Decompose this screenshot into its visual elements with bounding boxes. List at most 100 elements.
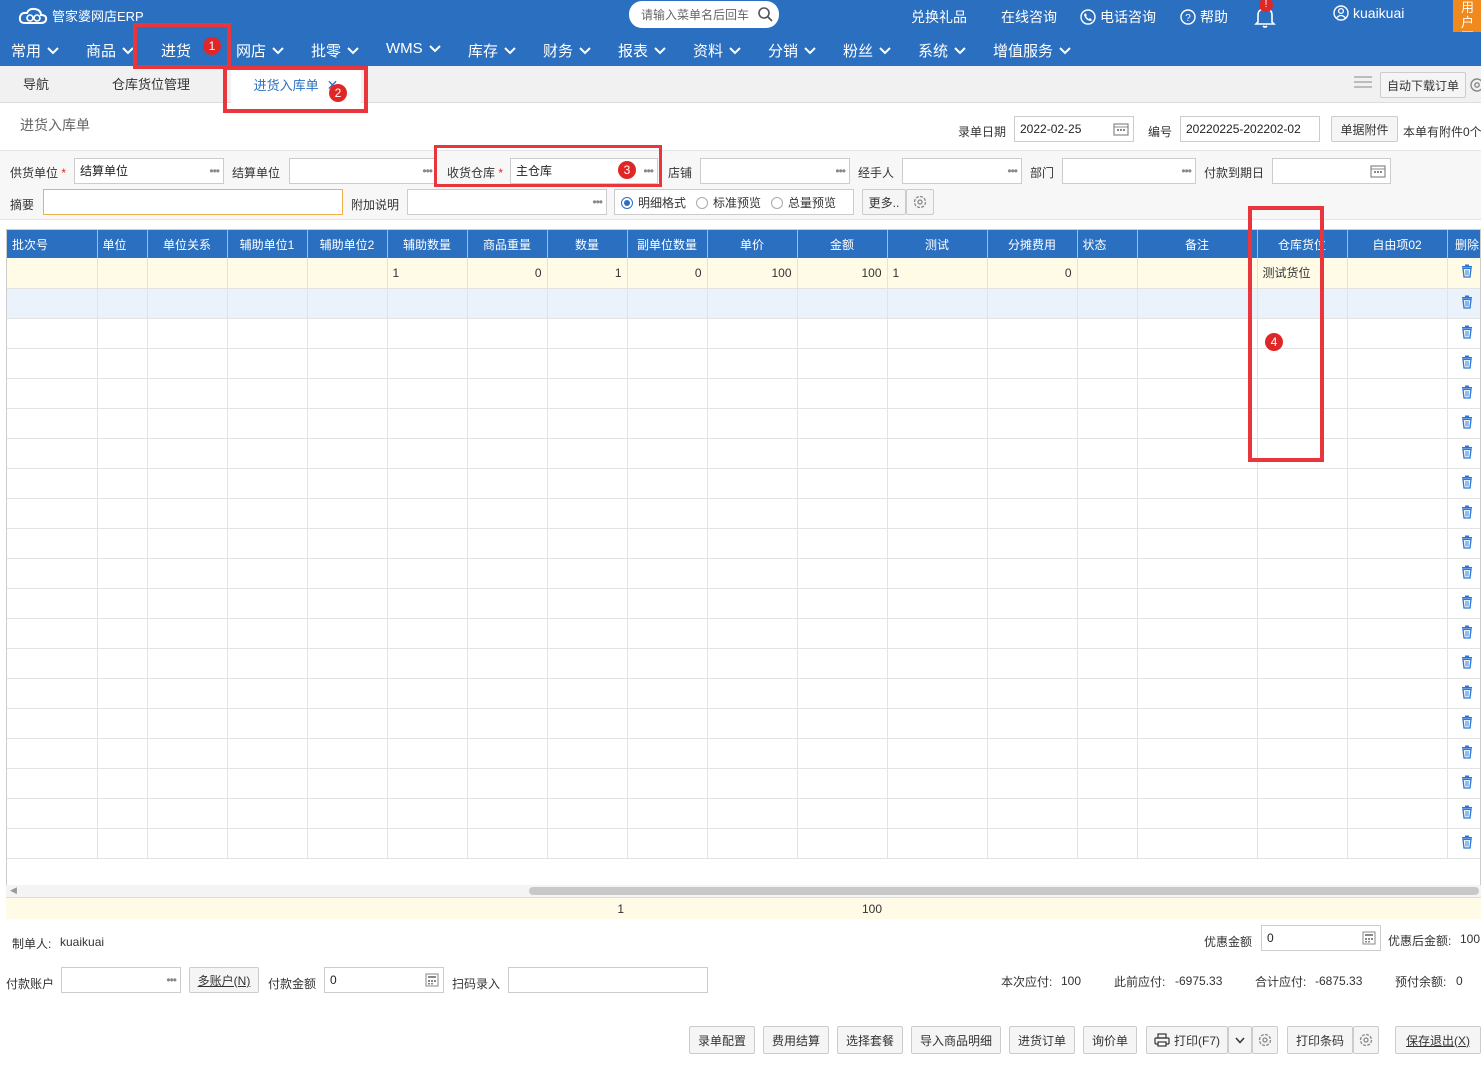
table-cell[interactable] bbox=[1347, 618, 1448, 649]
table-cell[interactable] bbox=[627, 738, 708, 769]
table-cell[interactable] bbox=[1077, 408, 1138, 439]
column-header[interactable]: 金额 bbox=[797, 230, 888, 258]
table-cell[interactable] bbox=[1137, 468, 1258, 499]
table-cell[interactable] bbox=[467, 708, 548, 739]
table-cell[interactable] bbox=[97, 468, 148, 499]
app-logo[interactable]: 管家婆网店ERP bbox=[18, 6, 144, 25]
table-cell[interactable] bbox=[627, 378, 708, 409]
table-cell[interactable] bbox=[227, 288, 308, 319]
table-cell[interactable] bbox=[387, 408, 468, 439]
table-cell[interactable] bbox=[707, 678, 798, 709]
table-cell[interactable] bbox=[547, 498, 628, 529]
table-cell[interactable] bbox=[1257, 828, 1348, 859]
table-cell[interactable] bbox=[97, 438, 148, 469]
scan-input[interactable] bbox=[508, 967, 708, 993]
table-cell[interactable] bbox=[147, 348, 228, 379]
import-product-details-button[interactable]: 导入商品明细 bbox=[911, 1026, 1001, 1054]
table-cell[interactable]: 0 bbox=[987, 258, 1078, 289]
table-cell[interactable] bbox=[547, 558, 628, 589]
table-cell[interactable] bbox=[987, 768, 1078, 799]
table-cell[interactable] bbox=[1257, 648, 1348, 679]
menu-item-fans[interactable]: 粉丝 bbox=[843, 40, 891, 61]
table-cell[interactable] bbox=[97, 828, 148, 859]
table-cell[interactable] bbox=[1347, 318, 1448, 349]
table-cell[interactable] bbox=[147, 828, 228, 859]
fee-settlement-button[interactable]: 费用结算 bbox=[763, 1026, 829, 1054]
menu-item-data[interactable]: 资料 bbox=[693, 40, 741, 61]
table-cell[interactable] bbox=[707, 798, 798, 829]
table-cell[interactable] bbox=[1347, 408, 1448, 439]
table-cell[interactable] bbox=[7, 798, 98, 829]
table-cell[interactable] bbox=[1077, 768, 1138, 799]
table-cell[interactable] bbox=[387, 798, 468, 829]
table-cell[interactable] bbox=[797, 588, 888, 619]
table-cell[interactable] bbox=[1137, 798, 1258, 829]
table-cell[interactable] bbox=[227, 678, 308, 709]
table-cell[interactable] bbox=[227, 468, 308, 499]
table-cell[interactable] bbox=[887, 348, 988, 379]
table-cell[interactable] bbox=[547, 588, 628, 619]
table-row[interactable] bbox=[7, 528, 1480, 559]
table-cell[interactable] bbox=[1077, 498, 1138, 529]
table-cell[interactable] bbox=[97, 618, 148, 649]
table-cell[interactable] bbox=[987, 558, 1078, 589]
menu-search-input[interactable]: 请输入菜单名后回车 bbox=[629, 1, 779, 28]
table-cell[interactable] bbox=[627, 558, 708, 589]
table-row[interactable] bbox=[7, 678, 1480, 709]
table-cell[interactable] bbox=[1137, 768, 1258, 799]
table-cell[interactable] bbox=[1137, 378, 1258, 409]
more-dots-icon[interactable]: ••• bbox=[1181, 159, 1192, 183]
table-cell[interactable] bbox=[1137, 558, 1258, 589]
calendar-icon[interactable] bbox=[1113, 122, 1129, 136]
table-cell[interactable] bbox=[887, 678, 988, 709]
table-cell[interactable] bbox=[707, 528, 798, 559]
delete-row-trash-icon[interactable] bbox=[1447, 468, 1480, 499]
table-cell[interactable] bbox=[987, 348, 1078, 379]
table-cell[interactable] bbox=[467, 438, 548, 469]
entry-config-button[interactable]: 录单配置 bbox=[689, 1026, 755, 1054]
column-header[interactable]: 状态 bbox=[1077, 230, 1138, 258]
table-cell[interactable] bbox=[307, 708, 388, 739]
table-cell[interactable] bbox=[307, 678, 388, 709]
menu-item-wholesale[interactable]: 批零 bbox=[311, 40, 359, 61]
table-cell[interactable] bbox=[387, 288, 468, 319]
column-header[interactable]: 商品重量 bbox=[467, 230, 548, 258]
delete-row-trash-icon[interactable] bbox=[1447, 648, 1480, 679]
table-cell[interactable] bbox=[627, 768, 708, 799]
table-cell[interactable] bbox=[797, 348, 888, 379]
table-cell[interactable] bbox=[887, 708, 988, 739]
column-header[interactable]: 数量 bbox=[547, 230, 628, 258]
table-cell[interactable] bbox=[1077, 318, 1138, 349]
print-settings-gear-icon[interactable] bbox=[1252, 1026, 1278, 1054]
table-cell[interactable] bbox=[307, 288, 388, 319]
table-cell[interactable] bbox=[7, 768, 98, 799]
table-cell[interactable] bbox=[387, 648, 468, 679]
table-cell[interactable] bbox=[307, 438, 388, 469]
table-cell[interactable] bbox=[887, 318, 988, 349]
table-cell[interactable] bbox=[307, 738, 388, 769]
table-cell[interactable] bbox=[887, 468, 988, 499]
print-dropdown-chevron-icon[interactable] bbox=[1228, 1026, 1252, 1054]
table-cell[interactable] bbox=[467, 798, 548, 829]
save-exit-button[interactable]: 保存退出(X) bbox=[1395, 1026, 1481, 1054]
table-row[interactable] bbox=[7, 498, 1480, 529]
table-cell[interactable] bbox=[547, 468, 628, 499]
list-view-icon[interactable] bbox=[1349, 75, 1377, 95]
inquiry-button[interactable]: 询价单 bbox=[1083, 1026, 1137, 1054]
table-cell[interactable] bbox=[887, 378, 988, 409]
table-row[interactable] bbox=[7, 708, 1480, 739]
table-cell[interactable] bbox=[627, 528, 708, 559]
table-cell[interactable] bbox=[987, 468, 1078, 499]
column-header[interactable]: 测试 bbox=[887, 230, 988, 258]
table-cell[interactable] bbox=[467, 828, 548, 859]
table-cell[interactable] bbox=[387, 768, 468, 799]
table-cell[interactable] bbox=[707, 828, 798, 859]
table-cell[interactable] bbox=[1257, 678, 1348, 709]
table-cell[interactable] bbox=[1137, 288, 1258, 319]
table-cell[interactable] bbox=[467, 588, 548, 619]
table-cell[interactable] bbox=[307, 798, 388, 829]
table-cell[interactable] bbox=[1347, 768, 1448, 799]
table-cell[interactable] bbox=[7, 828, 98, 859]
table-cell[interactable] bbox=[467, 348, 548, 379]
table-cell[interactable] bbox=[7, 528, 98, 559]
